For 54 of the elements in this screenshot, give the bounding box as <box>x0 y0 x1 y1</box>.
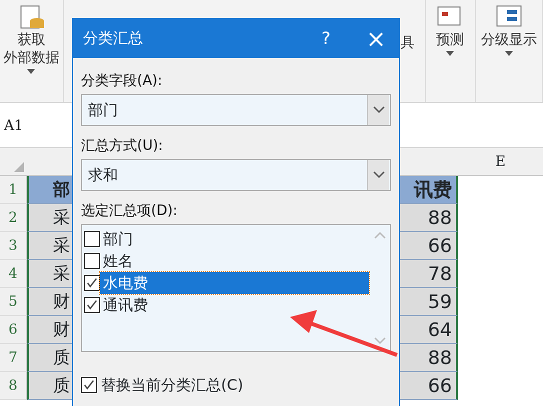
table-cell: 64 <box>400 316 458 344</box>
checkbox[interactable] <box>84 275 100 291</box>
name-box[interactable]: A1 <box>4 114 24 136</box>
table-cell: 财 <box>27 316 73 344</box>
caret-icon[interactable] <box>27 69 36 74</box>
table-cell: 59 <box>400 288 458 316</box>
list-item[interactable]: 部门 <box>100 228 133 250</box>
help-button[interactable]: ? <box>311 26 341 52</box>
field-label: 汇总方式(U): <box>81 136 164 154</box>
table-cell: 采 <box>27 204 73 232</box>
table-cell: 88 <box>400 344 458 372</box>
table-cell: 质 <box>27 372 73 400</box>
row-header[interactable]: 3 <box>0 232 27 260</box>
table-cell: 66 <box>400 372 458 400</box>
table-cell: 88 <box>400 204 458 232</box>
row-header[interactable]: 5 <box>0 288 27 316</box>
checkbox[interactable] <box>84 253 100 269</box>
list-label: 选定汇总项(D): <box>81 201 178 219</box>
checkbox-label[interactable]: 替换当前分类汇总(C) <box>101 376 244 394</box>
table-cell: 采 <box>27 260 73 288</box>
caret-icon[interactable] <box>504 51 513 56</box>
table-cell: 部 <box>27 176 73 204</box>
row-header[interactable]: 4 <box>0 260 27 288</box>
ribbon-label[interactable]: 具 <box>400 33 415 51</box>
chevron-down-icon[interactable] <box>372 106 384 114</box>
dialog-title: 分类汇总 <box>83 28 144 50</box>
field-label: 分类字段(A): <box>81 71 164 89</box>
caret-icon[interactable] <box>446 51 454 56</box>
checkbox[interactable] <box>81 377 97 393</box>
table-cell: 财 <box>27 288 73 316</box>
ribbon-label[interactable]: 分级显示 <box>480 30 537 48</box>
table-cell: 采 <box>27 232 73 260</box>
table-cell: 质 <box>27 344 73 372</box>
chevron-down-icon[interactable] <box>372 171 384 179</box>
list-item[interactable]: 水电费 <box>100 272 369 294</box>
list-item[interactable]: 姓名 <box>100 250 133 272</box>
dropdown-field[interactable]: 部门 <box>81 94 391 126</box>
checkbox[interactable] <box>84 231 100 247</box>
row-header[interactable]: 8 <box>0 372 27 400</box>
row-header[interactable]: 7 <box>0 344 27 372</box>
row-header[interactable]: 2 <box>0 204 27 232</box>
table-cell: 讯费 <box>400 176 458 204</box>
column-header[interactable]: E <box>458 148 543 175</box>
list-item[interactable]: 通讯费 <box>100 294 148 316</box>
dropdown-field[interactable]: 求和 <box>81 159 391 191</box>
table-cell: 78 <box>400 260 458 288</box>
close-button[interactable]: × <box>361 26 391 50</box>
ribbon-label[interactable]: 预测 <box>436 30 464 48</box>
row-header[interactable]: 1 <box>0 176 27 204</box>
ribbon-label[interactable]: 外部数据 <box>3 48 60 66</box>
ribbon-label[interactable]: 获取 <box>17 30 46 48</box>
checkbox[interactable] <box>84 297 100 313</box>
row-header[interactable]: 6 <box>0 316 27 344</box>
table-cell: 66 <box>400 232 458 260</box>
